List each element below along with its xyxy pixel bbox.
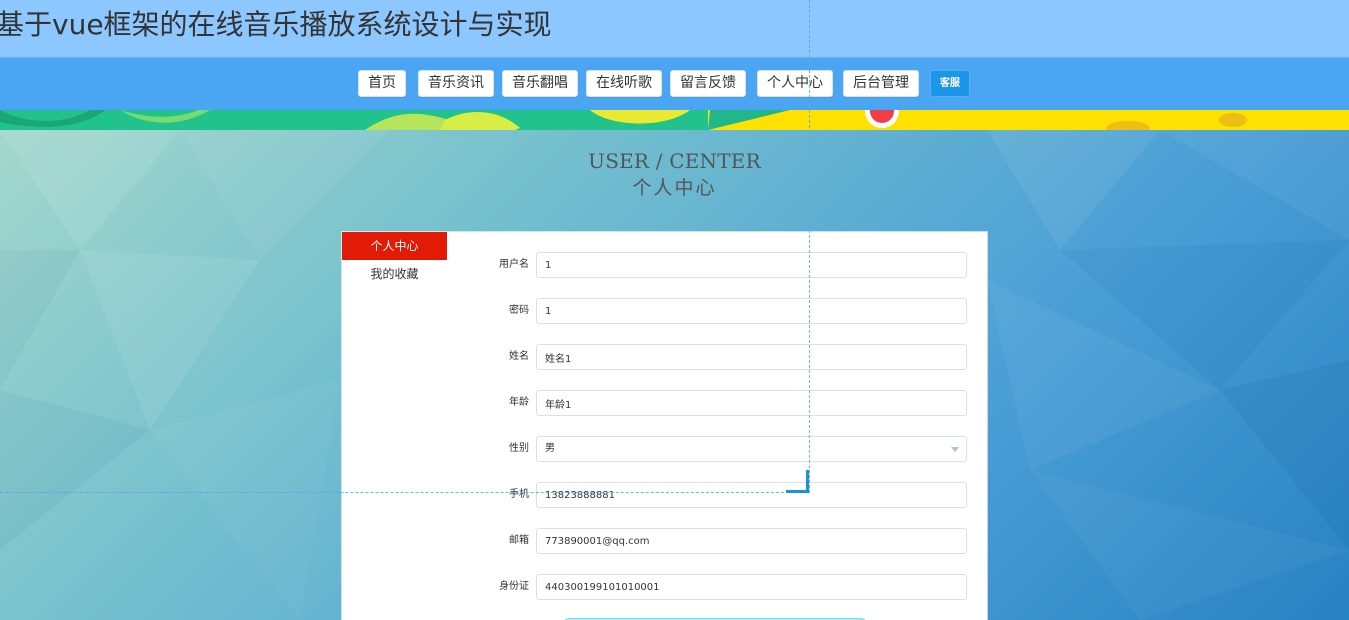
phone-label: 手机	[509, 489, 529, 500]
username-label: 用户名	[499, 259, 529, 270]
nav-admin-button[interactable]: 后台管理	[843, 70, 919, 97]
name-label: 姓名	[509, 351, 529, 362]
customer-service-button[interactable]: 客服	[930, 70, 970, 97]
id-card-label: 身份证	[499, 581, 529, 592]
nav-music-cover-button[interactable]: 音乐翻唱	[502, 70, 578, 97]
gender-selected-value: 男	[545, 443, 555, 454]
name-row: 姓名	[482, 344, 968, 372]
id-card-input[interactable]	[536, 574, 967, 600]
nav-user-center-button[interactable]: 个人中心	[757, 70, 833, 97]
sidebar-item-my-favorites[interactable]: 我的收藏	[342, 260, 447, 288]
gender-row: 性别 男	[482, 436, 968, 464]
nav-online-listen-button[interactable]: 在线听歌	[586, 70, 662, 97]
age-input[interactable]	[536, 390, 967, 416]
music-banner-strip	[0, 110, 1349, 130]
user-center-panel: 个人中心 我的收藏 用户名 密码 姓名 年龄 性别 男 手机	[342, 232, 987, 620]
name-input[interactable]	[536, 344, 967, 370]
password-label: 密码	[509, 305, 529, 316]
chevron-down-icon	[951, 447, 959, 452]
password-input[interactable]	[536, 298, 967, 324]
top-title-bar: 基于vue框架的在线音乐播放系统设计与实现	[0, 0, 1349, 58]
username-input[interactable]	[536, 252, 967, 278]
section-heading: USER / CENTER 个人中心	[0, 147, 1349, 201]
phone-input[interactable]	[536, 482, 967, 508]
username-row: 用户名	[482, 252, 968, 280]
nav-home-button[interactable]: 首页	[358, 70, 406, 97]
id-card-row: 身份证	[482, 574, 968, 602]
age-label: 年龄	[509, 397, 529, 408]
password-row: 密码	[482, 298, 968, 326]
email-input[interactable]	[536, 528, 967, 554]
section-heading-chinese: 个人中心	[632, 177, 717, 199]
age-row: 年龄	[482, 390, 968, 418]
phone-row: 手机	[482, 482, 968, 510]
gender-label: 性别	[509, 443, 529, 454]
nav-feedback-button[interactable]: 留言反馈	[670, 70, 746, 97]
section-heading-english: USER / CENTER	[588, 149, 761, 173]
email-label: 邮箱	[509, 535, 529, 546]
site-title: 基于vue框架的在线音乐播放系统设计与实现	[0, 8, 552, 41]
user-center-page: 基于vue框架的在线音乐播放系统设计与实现 首页 音乐资讯 音乐翻唱 在线听歌 …	[0, 0, 1349, 620]
gender-select[interactable]: 男	[536, 436, 967, 462]
sidebar-item-user-center[interactable]: 个人中心	[342, 232, 447, 260]
nav-music-news-button[interactable]: 音乐资讯	[418, 70, 494, 97]
main-navigation: 首页 音乐资讯 音乐翻唱 在线听歌 留言反馈 个人中心 后台管理 客服	[0, 58, 1349, 110]
email-row: 邮箱	[482, 528, 968, 556]
